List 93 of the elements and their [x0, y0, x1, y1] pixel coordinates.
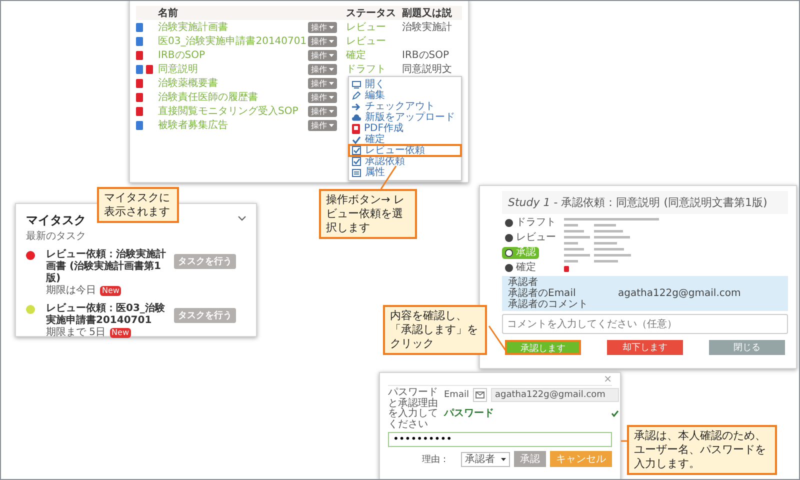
caret-icon [329, 40, 334, 42]
field-label: 承認者のコメント [508, 299, 589, 310]
check-icon [610, 410, 619, 416]
password-field[interactable]: •••••••••• [388, 432, 612, 447]
document-link[interactable]: 直接閲覧モニタリング受入SOP [158, 104, 298, 118]
email-field[interactable]: agatha122g@gmail.com [490, 388, 619, 402]
leader-line [621, 440, 627, 442]
caret-icon [501, 458, 506, 460]
caret-icon [329, 124, 334, 126]
panel-title: マイタスク [26, 212, 86, 229]
action-dropdown-button[interactable]: 操作 [308, 64, 337, 74]
pencil-icon [352, 91, 361, 100]
monitor-icon [352, 80, 361, 88]
caret-icon [329, 54, 334, 56]
table-cell-text: 治験実施計 [402, 20, 452, 34]
pdf-file-icon [352, 124, 360, 134]
comment-field[interactable]: コメントを入力してください（任意） [502, 314, 788, 334]
action-dropdown-button[interactable]: 操作 [308, 22, 337, 32]
close-button[interactable]: 閉じる [709, 340, 785, 355]
instruction-text: パスワードと承認理由を入力してください [388, 388, 439, 430]
workflow-step: 承認 [502, 247, 539, 259]
dialog-title: Study 1 - 承認依頼：同意説明 (同意説明文書第1版) [502, 191, 788, 214]
caret-icon [329, 96, 334, 98]
approve-button[interactable]: 承認 [514, 451, 546, 467]
new-badge: New [100, 286, 122, 296]
close-icon[interactable]: × [604, 374, 612, 385]
action-dropdown-button[interactable]: 操作 [308, 36, 337, 46]
column-header: ステータス [346, 7, 397, 20]
checked-box-icon [352, 157, 361, 166]
leader-line [488, 326, 507, 352]
action-dropdown-button[interactable]: 操作 [308, 92, 337, 102]
field-label: パスワード [444, 407, 494, 420]
callout-note: 操作ボタン→ レビュー依頼を選択します [319, 189, 417, 239]
menu-item[interactable]: 開く [349, 79, 461, 90]
field-value: agatha122g@gmail.com [618, 288, 741, 299]
do-task-button[interactable]: タスクを行う [174, 254, 236, 269]
envelope-icon [472, 388, 487, 402]
menu-item[interactable]: チェックアウト [349, 101, 461, 112]
status-text: ドラフト [346, 63, 386, 76]
caret-icon [329, 26, 334, 28]
action-dropdown-button[interactable]: 操作 [308, 120, 337, 130]
new-badge: New [110, 328, 131, 338]
status-text: レビュー [346, 21, 386, 34]
checked-box-icon [352, 146, 361, 155]
field-label: 理由： [422, 454, 449, 466]
due-date: 期限は今日 [46, 285, 96, 297]
status-text: レビュー [346, 35, 386, 48]
task-title[interactable]: レビュー依頼：治験実施計画書 (治験実施計画書第1版) [46, 249, 174, 285]
do-task-button[interactable]: タスクを行う [174, 308, 236, 323]
workflow-step: ドラフト [502, 217, 559, 229]
approve-button[interactable]: 承認します [505, 340, 581, 355]
list-icon [352, 168, 361, 176]
cloud-icon [352, 114, 361, 122]
document-link[interactable]: IRBのSOP [158, 48, 206, 62]
check-icon [352, 136, 361, 144]
menu-item[interactable]: 新版をアップロード [349, 112, 461, 123]
document-link[interactable]: 治験薬概要書 [158, 76, 218, 90]
arrow-icon [352, 102, 361, 110]
menu-item[interactable]: 編集 [349, 90, 461, 101]
reason-dropdown[interactable]: 承認者 [461, 452, 510, 466]
workflow-step: レビュー [502, 232, 559, 244]
document-link[interactable]: 同意説明 [158, 62, 198, 76]
panel-subtitle: 最新のタスク [26, 230, 86, 243]
callout-note: 承認は、本人確認のため、ユーザー名、パスワードを入力します。 [627, 425, 777, 475]
document-link[interactable]: 医03_治験実施申請書20140701 [158, 34, 307, 48]
action-dropdown-button[interactable]: 操作 [308, 78, 337, 88]
action-dropdown-button[interactable]: 操作 [308, 50, 337, 60]
task-title[interactable]: レビュー依頼：医03_治験実施申請書20140701 [46, 303, 174, 327]
table-cell-text: IRBのSOP [402, 49, 450, 62]
menu-item[interactable]: 属性 [349, 167, 461, 178]
table-cell-text: 同意説明文 [402, 62, 452, 76]
document-link[interactable]: 被験者募集広告 [158, 118, 228, 132]
status-text: 確定 [346, 48, 366, 62]
callout-note: 内容を確認し、「承認します」をクリック [383, 305, 487, 355]
callout-note: マイタスクに表示されます [97, 187, 179, 223]
caret-icon [329, 110, 334, 112]
workflow-step: 確定 [502, 262, 539, 274]
caret-icon [329, 82, 334, 84]
due-date: 期限まで 5日 [46, 327, 106, 339]
document-link[interactable]: 治験責任医師の履歴書 [158, 90, 258, 104]
caret-icon [329, 68, 334, 70]
menu-item[interactable]: PDF作成 [349, 123, 461, 134]
action-dropdown-button[interactable]: 操作 [308, 106, 337, 116]
chevron-down-icon[interactable] [238, 216, 246, 221]
cancel-button[interactable]: キャンセル [550, 451, 612, 467]
column-header: 名前 [158, 6, 179, 20]
document-link[interactable]: 治験実施計画書 [158, 20, 228, 34]
field-label: Email [444, 390, 469, 400]
column-header: 副題又は説 [402, 6, 453, 20]
menu-item[interactable]: 確定 [349, 134, 461, 145]
field-label: 承認者 [508, 277, 538, 288]
reject-button[interactable]: 却下します [607, 340, 683, 355]
field-label: 承認者のEmail [508, 288, 577, 299]
